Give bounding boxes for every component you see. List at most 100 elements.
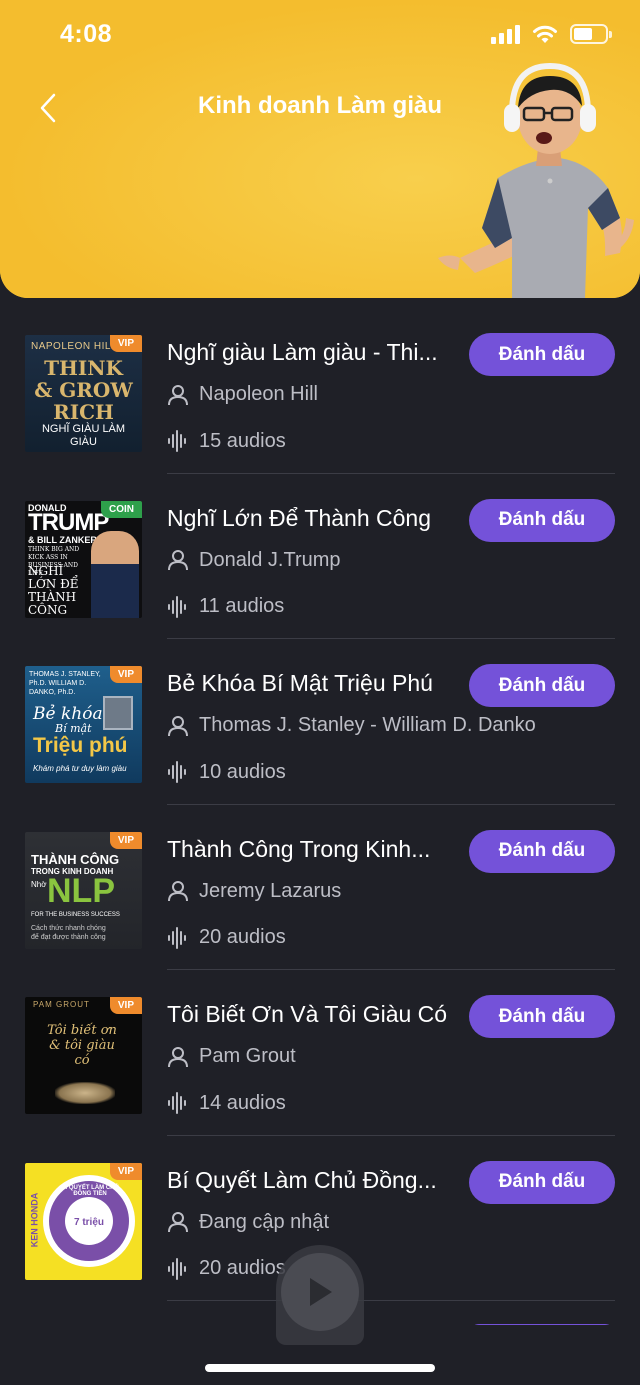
vip-badge: VIP bbox=[109, 831, 142, 849]
cover-title-big: NLP bbox=[47, 871, 115, 910]
audio-wave-icon bbox=[168, 595, 186, 618]
audio-count-text: 14 audios bbox=[199, 1091, 286, 1114]
book-author: Donald J.Trump bbox=[167, 549, 341, 572]
audio-count-text: 15 audios bbox=[199, 429, 286, 452]
list-item[interactable]: THOMAS J. STANLEY, Ph.D. WILLIAM D. DANK… bbox=[0, 639, 640, 805]
book-cover[interactable]: PAM GROUT Tôi biết ơn & tôi giàu có VIP bbox=[25, 997, 142, 1114]
play-button[interactable] bbox=[281, 1253, 359, 1331]
cover-title: Tôi biết ơn & tôi giàu có bbox=[47, 1023, 117, 1068]
author-name: Jeremy Lazarus bbox=[199, 879, 342, 902]
audio-wave-icon bbox=[168, 430, 186, 452]
divider bbox=[167, 1300, 615, 1301]
book-title: Tôi Biết Ơn Và Tôi Giàu Có bbox=[167, 1001, 448, 1027]
cover-coauthor: & BILL ZANKER bbox=[28, 534, 97, 545]
cover-coins bbox=[55, 1082, 115, 1104]
vip-badge: VIP bbox=[109, 335, 142, 352]
list-item[interactable]: THÀNH CÔNG TRONG KINH DOANH Nhờ NLP FOR … bbox=[0, 805, 640, 970]
user-icon bbox=[168, 1212, 188, 1233]
book-author: Jeremy Lazarus bbox=[167, 880, 341, 903]
audio-count: 15 audios bbox=[167, 429, 286, 453]
play-icon bbox=[310, 1278, 332, 1306]
book-title: Nghĩ Lớn Để Thành Công bbox=[167, 504, 431, 531]
battery-icon bbox=[570, 24, 612, 44]
book-author: Napoleon Hill bbox=[167, 383, 318, 406]
cover-author: KEN HONDA bbox=[29, 1192, 40, 1247]
cover-subtitle: Cách thức nhanh chóng để đạt được thành … bbox=[31, 924, 106, 941]
user-icon bbox=[168, 550, 188, 571]
book-cover[interactable]: NAPOLEON HILL THINK & GROW RICH NGHĨ GIÀ… bbox=[25, 335, 142, 452]
wifi-icon bbox=[533, 25, 557, 43]
audio-count: 20 audios bbox=[167, 1257, 286, 1281]
book-cover[interactable]: THOMAS J. STANLEY, Ph.D. WILLIAM D. DANK… bbox=[25, 666, 142, 783]
home-indicator[interactable] bbox=[205, 1364, 435, 1372]
list-item[interactable]: PAM GROUT Tôi biết ơn & tôi giàu có VIP … bbox=[0, 970, 640, 1136]
book-title: Bẻ Khóa Bí Mật Triệu Phú bbox=[167, 670, 433, 696]
mini-player[interactable] bbox=[276, 1245, 364, 1345]
cover-title: BÍ QUYẾT LÀM CHỦ ĐỒNG TIỀN bbox=[61, 1184, 119, 1197]
book-author: Thomas J. Stanley - William D. Danko bbox=[167, 714, 536, 737]
book-cover[interactable]: THÀNH CÔNG TRONG KINH DOANH Nhờ NLP FOR … bbox=[25, 831, 142, 949]
cover-subtitle: Khám phá tư duy làm giàu bbox=[33, 764, 127, 773]
bookmark-button[interactable]: Đánh dấu bbox=[469, 333, 615, 376]
audio-count: 11 audios bbox=[167, 595, 284, 619]
book-title: Bí Quyết Làm Chủ Đồng... bbox=[167, 1166, 437, 1193]
bookmark-button[interactable]: Đánh dấu bbox=[469, 829, 615, 873]
list-item[interactable]: NAPOLEON HILL THINK & GROW RICH NGHĨ GIÀ… bbox=[0, 308, 640, 474]
cover-author: THOMAS J. STANLEY, Ph.D. WILLIAM D. DANK… bbox=[29, 671, 101, 696]
cover-tagline: FOR THE BUSINESS SUCCESS bbox=[31, 911, 120, 918]
hero-image bbox=[438, 62, 634, 298]
book-title: Thành Công Trong Kinh... bbox=[167, 835, 431, 862]
cover-safe bbox=[103, 696, 133, 730]
book-title: Nghĩ giàu Làm giàu - Thi... bbox=[167, 339, 438, 365]
cover-prefix: Nhờ bbox=[31, 879, 47, 889]
author-name: Thomas J. Stanley - William D. Danko bbox=[199, 714, 536, 736]
cover-title: THÀNH CÔNG bbox=[31, 851, 120, 867]
book-author: Pam Grout bbox=[167, 1045, 296, 1068]
book-list: NAPOLEON HILL THINK & GROW RICH NGHĨ GIÀ… bbox=[0, 308, 640, 1301]
status-time: 4:08 bbox=[60, 20, 113, 48]
cover-title-big: 7 triệu bbox=[73, 1216, 104, 1228]
cover-title-big: Triệu phú bbox=[33, 734, 128, 757]
bookmark-button[interactable]: Đánh dấu bbox=[469, 1160, 615, 1204]
status-icons bbox=[491, 24, 612, 44]
cover-author: NAPOLEON HILL bbox=[31, 341, 117, 352]
bookmark-button[interactable]: Đánh dấu bbox=[469, 664, 615, 707]
bookmark-button[interactable]: Đánh dấu bbox=[469, 995, 615, 1038]
header: 4:08 Kinh doanh Làm giàu bbox=[0, 0, 640, 298]
audio-count-text: 10 audios bbox=[199, 760, 286, 783]
vip-badge: VIP bbox=[109, 1162, 142, 1180]
audio-wave-icon bbox=[168, 1257, 186, 1280]
cover-portrait bbox=[91, 530, 139, 618]
cover-title: Bẻ khóa bbox=[33, 704, 103, 724]
bookmark-button[interactable]: Đánh dấu bbox=[469, 498, 615, 542]
book-author: Đang cập nhật bbox=[167, 1211, 329, 1234]
author-name: Đang cập nhật bbox=[199, 1210, 330, 1233]
audio-count: 20 audios bbox=[167, 926, 286, 950]
coin-badge: COIN bbox=[101, 500, 142, 518]
cover-title: TRUMP bbox=[28, 508, 109, 536]
author-name: Donald J.Trump bbox=[199, 548, 341, 571]
author-name: Pam Grout bbox=[199, 1045, 296, 1067]
audio-wave-icon bbox=[168, 926, 186, 949]
audio-count: 14 audios bbox=[167, 1091, 286, 1115]
user-icon bbox=[168, 384, 188, 405]
audio-count-text: 11 audios bbox=[199, 595, 285, 617]
cover-title: THINK & GROW RICH bbox=[34, 356, 133, 424]
vip-badge: VIP bbox=[109, 666, 142, 683]
signal-icon bbox=[491, 24, 520, 44]
book-cover[interactable]: KEN HONDA BÍ QUYẾT LÀM CHỦ ĐỒNG TIỀN 7 t… bbox=[25, 1162, 142, 1280]
author-name: Napoleon Hill bbox=[199, 383, 318, 405]
audio-count: 10 audios bbox=[167, 760, 286, 784]
book-cover[interactable]: DONALD TRUMP & BILL ZANKER THINK BIG AND… bbox=[25, 500, 142, 618]
vip-badge: VIP bbox=[109, 997, 142, 1014]
audio-count-text: 20 audios bbox=[199, 1257, 286, 1279]
user-icon bbox=[168, 1046, 188, 1067]
audio-wave-icon bbox=[168, 761, 186, 783]
cover-author: PAM GROUT bbox=[33, 1000, 90, 1009]
cover-subtitle: NGHĨ LỚN ĐỂ THÀNH CÔNG bbox=[28, 563, 79, 617]
list-item[interactable]: DONALD TRUMP & BILL ZANKER THINK BIG AND… bbox=[0, 474, 640, 639]
audio-wave-icon bbox=[168, 1092, 186, 1114]
user-icon bbox=[168, 715, 188, 736]
user-icon bbox=[168, 881, 188, 902]
cover-subtitle: NGHĨ GIÀU LÀM GIÀU bbox=[41, 423, 126, 448]
